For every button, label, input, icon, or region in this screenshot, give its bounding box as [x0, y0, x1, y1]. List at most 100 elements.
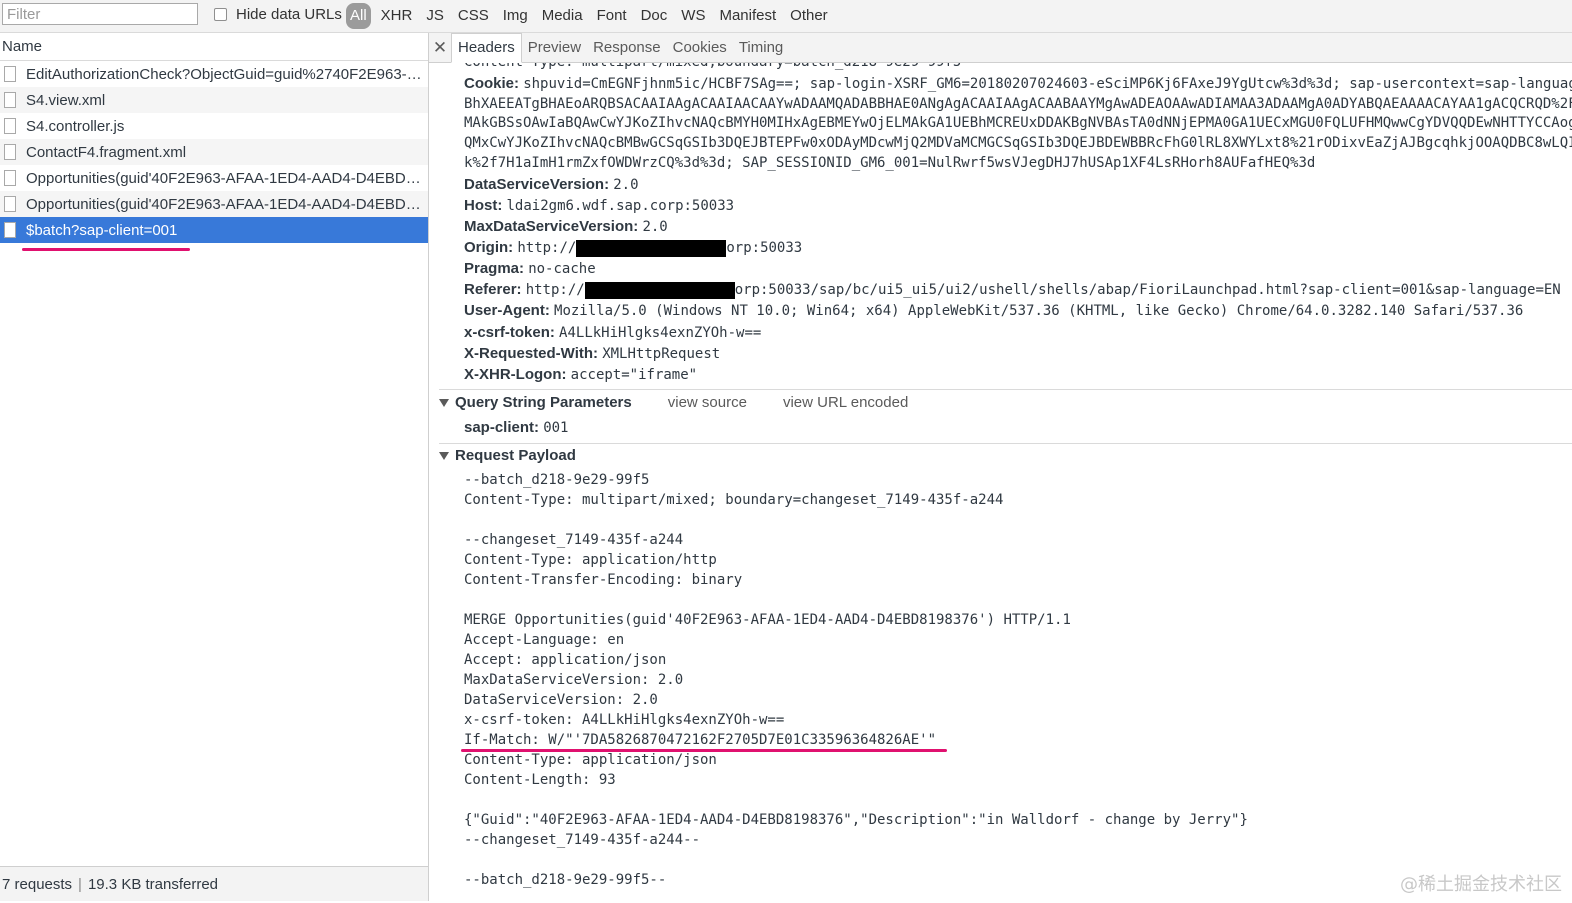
- cookie-continuation: BhXAEEATgBHAEoARQBSACAAIAAgACAAIAACAAYwA…: [464, 96, 1572, 112]
- tab-cookies[interactable]: Cookies: [667, 34, 733, 62]
- header-key: MaxDataServiceVersion:: [464, 218, 639, 235]
- request-row[interactable]: S4.view.xml: [0, 87, 428, 113]
- file-icon: [4, 66, 16, 82]
- tab-response[interactable]: Response: [587, 34, 667, 62]
- request-name: ContactF4.fragment.xml: [26, 143, 187, 161]
- filter-media-button[interactable]: Media: [538, 3, 587, 29]
- payload-line: --batch_d218-9e29-99f5: [464, 472, 650, 488]
- header-value-suffix: orp:50033: [726, 240, 803, 256]
- header-row: DataServiceVersion: 2.0: [464, 175, 639, 195]
- header-row: x-csrf-token: A4LLkHiHlgks4exnZYOh-w==: [464, 323, 761, 343]
- file-icon: [4, 170, 16, 186]
- hide-data-urls-label: Hide data URLs: [236, 6, 342, 23]
- cookie-continuation: QMxCwYJKoZIhvcNAQcBMBwGCSqGSIb3DQEJBTEPF…: [464, 135, 1572, 151]
- header-value: 2.0: [642, 219, 668, 235]
- payload-line: --changeset_7149-435f-a244--: [464, 832, 701, 848]
- payload-line: x-csrf-token: A4LLkHiHlgks4exnZYOh-w==: [464, 712, 785, 728]
- header-key: Origin:: [464, 239, 514, 256]
- header-value: shpuvid=CmEGNFjhnm5ic/HCBF7SAg==; sap-lo…: [523, 76, 1572, 92]
- payload-line: {"Guid":"40F2E963-AFAA-1ED4-AAD4-D4EBD81…: [464, 812, 1248, 828]
- filter-font-button[interactable]: Font: [593, 3, 631, 29]
- header-key: Cookie:: [464, 75, 520, 92]
- hide-data-urls-toggle[interactable]: Hide data URLs: [214, 6, 342, 23]
- resource-type-filters: All XHR JS CSS Img Media Font Doc WS Man…: [346, 3, 838, 29]
- header-key: Pragma:: [464, 260, 525, 277]
- request-name: S4.controller.js: [26, 117, 125, 135]
- hide-data-urls-checkbox[interactable]: [214, 8, 227, 21]
- filter-xhr-button[interactable]: XHR: [377, 3, 417, 29]
- filter-img-button[interactable]: Img: [499, 3, 532, 29]
- header-row: X-XHR-Logon: accept="iframe": [464, 365, 697, 385]
- request-name: $batch?sap-client=001: [26, 221, 178, 239]
- tab-preview[interactable]: Preview: [522, 34, 587, 62]
- payload-line: Content-Length: 93: [464, 772, 616, 788]
- query-string-section-header[interactable]: Query String Parameters view source view…: [439, 394, 908, 411]
- header-row: X-Requested-With: XMLHttpRequest: [464, 344, 720, 364]
- tab-timing[interactable]: Timing: [733, 34, 789, 62]
- request-row[interactable]: EditAuthorizationCheck?ObjectGuid=guid%2…: [0, 61, 428, 87]
- status-bar: 7 requests | 19.3 KB transferred: [0, 866, 428, 901]
- view-source-link[interactable]: view source: [668, 394, 747, 411]
- cookie-continuation: k%2f7H1aImH1rmZxfOWDWrzCQ%3d%3d; SAP_SES…: [464, 155, 1316, 171]
- header-value: Mozilla/5.0 (Windows NT 10.0; Win64; x64…: [554, 303, 1524, 319]
- header-row-partial: Content-Type: multipart/mixed;boundary=b…: [464, 63, 961, 72]
- header-value-prefix: http://: [517, 240, 577, 256]
- payload-line-if-match: If-Match: W/"'7DA5826870472162F2705D7E01…: [464, 732, 937, 748]
- redaction-bar: [576, 239, 727, 257]
- request-payload-section-header[interactable]: Request Payload: [439, 447, 576, 464]
- cookie-continuation: MAkGBSsOAwIaBQAwCwYJKoZIhvcNAQcBMYH0MIHx…: [464, 115, 1572, 131]
- header-key: DataServiceVersion:: [464, 176, 610, 193]
- payload-line: Content-Type: application/json: [464, 752, 717, 768]
- header-row: MaxDataServiceVersion: 2.0: [464, 217, 668, 237]
- filter-all-button[interactable]: All: [346, 3, 371, 29]
- view-url-encoded-link[interactable]: view URL encoded: [783, 394, 908, 411]
- headers-content: Content-Type: multipart/mixed;boundary=b…: [429, 63, 1572, 901]
- filter-js-button[interactable]: JS: [422, 3, 448, 29]
- filter-doc-button[interactable]: Doc: [637, 3, 672, 29]
- request-name: S4.view.xml: [26, 91, 106, 109]
- triangle-down-icon: [439, 398, 449, 407]
- request-row[interactable]: S4.controller.js: [0, 113, 428, 139]
- header-value: XMLHttpRequest: [602, 346, 721, 362]
- param-key: sap-client:: [464, 419, 540, 436]
- request-row[interactable]: Opportunities(guid'40F2E963-AFAA-1ED4-AA…: [0, 165, 428, 191]
- request-name: Opportunities(guid'40F2E963-AFAA-1ED4-AA…: [26, 169, 422, 187]
- highlight-underline: [22, 248, 190, 251]
- file-icon: [4, 222, 16, 238]
- name-column-header[interactable]: Name: [0, 33, 428, 61]
- section-title: Query String Parameters: [455, 394, 632, 411]
- header-key: x-csrf-token:: [464, 324, 555, 341]
- header-row: Host: ldai2gm6.wdf.sap.corp:50033: [464, 196, 734, 216]
- header-value: accept="iframe": [570, 367, 698, 383]
- detail-tabbar: ✕ Headers Preview Response Cookies Timin…: [429, 33, 1572, 63]
- request-name: EditAuthorizationCheck?ObjectGuid=guid%2…: [26, 65, 422, 83]
- header-key: User-Agent:: [464, 302, 550, 319]
- tab-headers[interactable]: Headers: [451, 33, 522, 63]
- filter-other-button[interactable]: Other: [786, 3, 832, 29]
- header-key: Referer:: [464, 281, 522, 298]
- payload-line: Content-Transfer-Encoding: binary: [464, 572, 743, 588]
- query-param-row: sap-client: 001: [464, 418, 568, 438]
- payload-line: Content-Type: application/http: [464, 552, 717, 568]
- request-row-selected[interactable]: $batch?sap-client=001: [0, 217, 428, 243]
- header-key: X-XHR-Logon:: [464, 366, 567, 383]
- section-divider: [439, 443, 1572, 444]
- header-value: no-cache: [528, 261, 596, 277]
- filter-input[interactable]: [2, 3, 198, 25]
- file-icon: [4, 118, 16, 134]
- filter-manifest-button[interactable]: Manifest: [715, 3, 780, 29]
- request-row[interactable]: Opportunities(guid'40F2E963-AFAA-1ED4-AA…: [0, 191, 428, 217]
- filter-ws-button[interactable]: WS: [677, 3, 709, 29]
- payload-line: DataServiceVersion: 2.0: [464, 692, 658, 708]
- filter-css-button[interactable]: CSS: [454, 3, 493, 29]
- payload-line: Content-Type: multipart/mixed; boundary=…: [464, 492, 1004, 508]
- request-count: 7 requests: [2, 876, 73, 893]
- param-value: 001: [543, 420, 569, 436]
- payload-line: Accept-Language: en: [464, 632, 625, 648]
- header-row: User-Agent: Mozilla/5.0 (Windows NT 10.0…: [464, 301, 1523, 321]
- close-icon[interactable]: ✕: [429, 35, 451, 61]
- request-row[interactable]: ContactF4.fragment.xml: [0, 139, 428, 165]
- header-value: ldai2gm6.wdf.sap.corp:50033: [506, 198, 735, 214]
- payload-line: MaxDataServiceVersion: 2.0: [464, 672, 684, 688]
- header-row: Pragma: no-cache: [464, 259, 596, 279]
